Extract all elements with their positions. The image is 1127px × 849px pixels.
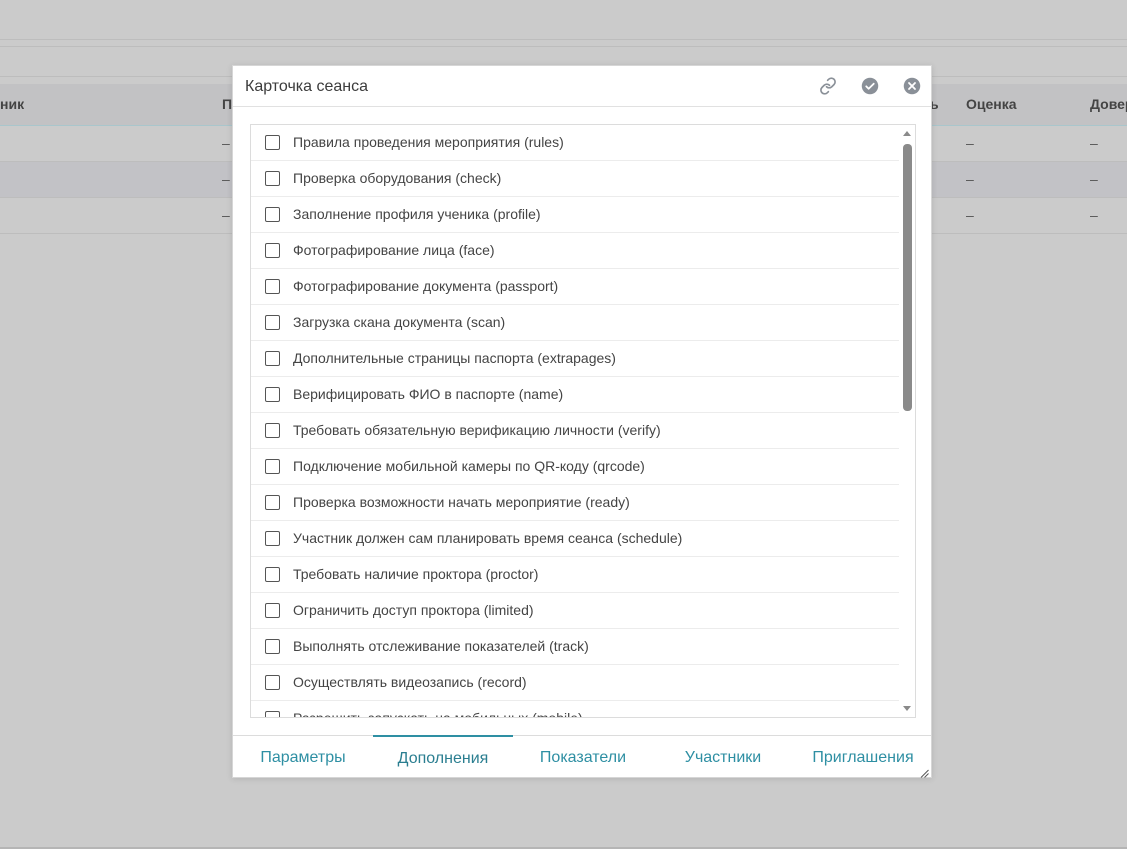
option-label: Проверка возможности начать мероприятие … bbox=[293, 494, 630, 510]
options-panel[interactable]: Правила проведения мероприятия (rules) Пр… bbox=[250, 124, 916, 718]
divider bbox=[0, 46, 1127, 47]
option-label: Фотографирование документа (passport) bbox=[293, 278, 559, 294]
tab-participants[interactable]: Участники bbox=[653, 736, 793, 778]
column-header[interactable]: ник bbox=[0, 84, 24, 126]
option-label: Фотографирование лица (face) bbox=[293, 242, 495, 258]
list-item[interactable]: Требовать наличие проктора (proctor) bbox=[251, 557, 899, 593]
scroll-up-icon[interactable] bbox=[903, 131, 911, 136]
list-item[interactable]: Проверка оборудования (check) bbox=[251, 161, 899, 197]
checkbox[interactable] bbox=[265, 423, 280, 438]
option-label: Разрешить запускать на мобильных (mobile… bbox=[293, 710, 583, 718]
option-label: Выполнять отслеживание показателей (trac… bbox=[293, 638, 589, 654]
dialog-title: Карточка сеанса bbox=[245, 78, 369, 95]
list-item[interactable]: Правила проведения мероприятия (rules) bbox=[251, 125, 899, 161]
option-label: Заполнение профиля ученика (profile) bbox=[293, 206, 541, 222]
scroll-down-icon[interactable] bbox=[903, 706, 911, 711]
list-item[interactable]: Требовать обязательную верификацию лично… bbox=[251, 413, 899, 449]
checkbox[interactable] bbox=[265, 459, 280, 474]
list-item[interactable]: Ограничить доступ проктора (limited) bbox=[251, 593, 899, 629]
list-item[interactable]: Верифицировать ФИО в паспорте (name) bbox=[251, 377, 899, 413]
link-icon[interactable] bbox=[819, 77, 837, 95]
list-item[interactable]: Участник должен сам планировать время се… bbox=[251, 521, 899, 557]
list-item[interactable]: Проверка возможности начать мероприятие … bbox=[251, 485, 899, 521]
table-cell: – bbox=[222, 207, 230, 223]
option-label: Ограничить доступ проктора (limited) bbox=[293, 602, 534, 618]
table-cell: – bbox=[1090, 135, 1098, 151]
table-cell: – bbox=[222, 171, 230, 187]
table-cell: – bbox=[1090, 207, 1098, 223]
checkbox[interactable] bbox=[265, 243, 280, 258]
option-label: Загрузка скана документа (scan) bbox=[293, 314, 506, 330]
close-circle-icon[interactable] bbox=[903, 77, 921, 95]
option-label: Подключение мобильной камеры по QR-коду … bbox=[293, 458, 645, 474]
checkbox[interactable] bbox=[265, 567, 280, 582]
column-header[interactable]: П bbox=[222, 84, 232, 126]
table-cell: – bbox=[966, 171, 974, 187]
resize-handle-icon[interactable] bbox=[919, 765, 929, 778]
table-cell: – bbox=[966, 207, 974, 223]
checkbox[interactable] bbox=[265, 531, 280, 546]
option-label: Верифицировать ФИО в паспорте (name) bbox=[293, 386, 564, 402]
checkbox[interactable] bbox=[265, 315, 280, 330]
checkbox[interactable] bbox=[265, 387, 280, 402]
option-label: Правила проведения мероприятия (rules) bbox=[293, 134, 564, 150]
table-cell: – bbox=[222, 135, 230, 151]
scrollbar-thumb[interactable] bbox=[903, 144, 912, 411]
option-label: Требовать наличие проктора (proctor) bbox=[293, 566, 539, 582]
option-label: Участник должен сам планировать время се… bbox=[293, 530, 683, 546]
list-item[interactable]: Фотографирование документа (passport) bbox=[251, 269, 899, 305]
option-label: Проверка оборудования (check) bbox=[293, 170, 502, 186]
list-item[interactable]: Фотографирование лица (face) bbox=[251, 233, 899, 269]
table-cell: – bbox=[966, 135, 974, 151]
tab-parameters[interactable]: Параметры bbox=[233, 736, 373, 778]
checkbox[interactable] bbox=[265, 207, 280, 222]
option-label: Требовать обязательную верификацию лично… bbox=[293, 422, 661, 438]
list-item[interactable]: Загрузка скана документа (scan) bbox=[251, 305, 899, 341]
divider bbox=[0, 39, 1127, 40]
tab-invitations[interactable]: Приглашения bbox=[793, 736, 933, 778]
scrollbar[interactable] bbox=[901, 125, 915, 717]
dialog-tabs: Параметры Дополнения Показатели Участник… bbox=[233, 735, 931, 777]
check-circle-icon[interactable] bbox=[861, 77, 879, 95]
checkbox[interactable] bbox=[265, 675, 280, 690]
checkbox[interactable] bbox=[265, 639, 280, 654]
dialog-header[interactable]: Карточка сеанса bbox=[233, 66, 931, 107]
list-item[interactable]: Выполнять отслеживание показателей (trac… bbox=[251, 629, 899, 665]
tab-indicators[interactable]: Показатели bbox=[513, 736, 653, 778]
options-list: Правила проведения мероприятия (rules) Пр… bbox=[251, 125, 899, 718]
list-item[interactable]: Разрешить запускать на мобильных (mobile… bbox=[251, 701, 899, 718]
checkbox[interactable] bbox=[265, 603, 280, 618]
checkbox[interactable] bbox=[265, 279, 280, 294]
list-item[interactable]: Осуществлять видеозапись (record) bbox=[251, 665, 899, 701]
option-label: Осуществлять видеозапись (record) bbox=[293, 674, 527, 690]
checkbox[interactable] bbox=[265, 711, 280, 717]
tab-additions[interactable]: Дополнения bbox=[373, 735, 513, 777]
list-item[interactable]: Дополнительные страницы паспорта (extrap… bbox=[251, 341, 899, 377]
checkbox[interactable] bbox=[265, 495, 280, 510]
column-header[interactable]: Оценка bbox=[966, 84, 1017, 126]
list-item[interactable]: Подключение мобильной камеры по QR-коду … bbox=[251, 449, 899, 485]
option-label: Дополнительные страницы паспорта (extrap… bbox=[293, 350, 616, 366]
checkbox[interactable] bbox=[265, 135, 280, 150]
list-item[interactable]: Заполнение профиля ученика (profile) bbox=[251, 197, 899, 233]
checkbox[interactable] bbox=[265, 171, 280, 186]
session-card-dialog: Карточка сеанса Правила проведения мероп… bbox=[232, 65, 932, 778]
table-cell: – bbox=[1090, 171, 1098, 187]
checkbox[interactable] bbox=[265, 351, 280, 366]
column-header[interactable]: Довер bbox=[1090, 84, 1127, 126]
